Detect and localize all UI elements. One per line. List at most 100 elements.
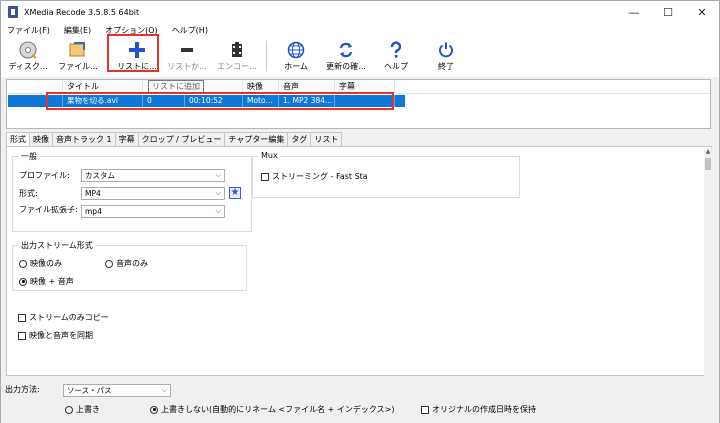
maximize-button[interactable]: ☐ bbox=[651, 1, 685, 23]
app-logo-icon bbox=[8, 6, 18, 18]
sync-av-checkbox[interactable]: 映像と音声を同期 bbox=[18, 330, 93, 341]
check-update-label: 更新の確... bbox=[326, 62, 366, 71]
general-group: 一般 プロファイル: カスタム ⌵ 形式: MP4 ⌵ ★ ファイル拡張子: mp4… bbox=[12, 151, 252, 232]
menu-file[interactable]: ファイル(F) bbox=[7, 25, 50, 36]
format-value: MP4 bbox=[85, 189, 101, 198]
extension-label: ファイル拡張子: bbox=[19, 206, 78, 214]
chevron-down-icon: ⌵ bbox=[215, 189, 221, 197]
settings-tabs: 形式 映像 音声トラック 1 字幕 クロップ / プレビュー チャプター編集 タ… bbox=[6, 132, 343, 147]
stream-copy-label: ストリームのみコピー bbox=[29, 313, 109, 322]
profile-label: プロファイル: bbox=[19, 171, 70, 180]
output-method-value: ソース・パス bbox=[67, 386, 112, 395]
chevron-down-icon: ⌵ bbox=[215, 171, 221, 179]
open-file-icon bbox=[69, 42, 85, 57]
encode-button[interactable]: エンコー... bbox=[212, 37, 262, 75]
question-icon bbox=[390, 41, 402, 58]
toolbar-separator bbox=[266, 41, 267, 71]
output-method-label: 出力方法: bbox=[5, 385, 40, 394]
tab-tags[interactable]: タグ bbox=[287, 132, 312, 146]
video-only-label: 映像のみ bbox=[30, 259, 62, 268]
remove-from-list-label: リストか... bbox=[167, 62, 207, 71]
chevron-down-icon: ⌵ bbox=[215, 207, 221, 215]
radio-icon bbox=[105, 259, 113, 268]
add-button-highlight bbox=[107, 34, 159, 72]
output-stream-group: 出力ストリーム形式 映像のみ 音声のみ 映像 + 音声 bbox=[12, 240, 247, 291]
stream-copy-checkbox[interactable]: ストリームのみコピー bbox=[18, 312, 109, 323]
home-button[interactable]: ホーム bbox=[271, 37, 321, 75]
remove-from-list-button[interactable]: リストか... bbox=[162, 37, 212, 75]
keep-date-label: オリジナルの作成日時を保持 bbox=[432, 405, 536, 414]
home-label: ホーム bbox=[284, 62, 308, 71]
scroll-up-icon[interactable]: ▲ bbox=[704, 148, 712, 156]
video-audio-label: 映像 + 音声 bbox=[30, 277, 74, 286]
power-icon bbox=[439, 42, 453, 58]
no-overwrite-label: 上書きしない(自動的にリネーム <ファイル名 + インデックス>) bbox=[161, 405, 395, 414]
audio-only-radio[interactable]: 音声のみ bbox=[105, 258, 148, 269]
disc-icon bbox=[19, 41, 37, 59]
tab-chapters[interactable]: チャプター編集 bbox=[224, 132, 289, 146]
output-stream-group-title: 出力ストリーム形式 bbox=[19, 240, 95, 251]
app-window: XMedia Recode 3.5.8.5 64bit — ☐ ✕ ファイル(F… bbox=[0, 0, 720, 423]
check-update-button[interactable]: 更新の確... bbox=[321, 37, 371, 75]
video-audio-radio[interactable]: 映像 + 音声 bbox=[19, 276, 74, 287]
close-button[interactable]: ✕ bbox=[685, 1, 719, 23]
mux-group: Mux ストリーミング - Fast Sta bbox=[252, 151, 520, 198]
tab-video[interactable]: 映像 bbox=[29, 132, 53, 146]
format-panel: 一般 プロファイル: カスタム ⌵ 形式: MP4 ⌵ ★ ファイル拡張子: mp4… bbox=[6, 146, 712, 376]
chevron-down-icon: ⌵ bbox=[161, 386, 167, 394]
globe-icon bbox=[287, 41, 305, 59]
open-file-button[interactable]: ファイル... bbox=[53, 37, 103, 75]
radio-icon bbox=[19, 259, 27, 268]
help-label: ヘルプ bbox=[384, 62, 408, 71]
profile-value: カスタム bbox=[85, 171, 115, 180]
extension-value: mp4 bbox=[85, 207, 102, 216]
audio-only-label: 音声のみ bbox=[116, 259, 148, 268]
checkbox-icon bbox=[261, 172, 269, 181]
minus-icon bbox=[181, 48, 193, 52]
tab-subtitle[interactable]: 字幕 bbox=[114, 132, 139, 146]
tab-crop-preview[interactable]: クロップ / プレビュー bbox=[137, 132, 226, 146]
output-method-select[interactable]: ソース・パス ⌵ bbox=[63, 384, 171, 397]
exit-label: 終了 bbox=[438, 62, 454, 71]
keep-date-checkbox[interactable]: オリジナルの作成日時を保持 bbox=[421, 404, 536, 415]
video-only-radio[interactable]: 映像のみ bbox=[19, 258, 62, 269]
sync-av-label: 映像と音声を同期 bbox=[29, 331, 93, 340]
overwrite-radio[interactable]: 上書き bbox=[65, 404, 100, 415]
streaming-label: ストリーミング - Fast Sta bbox=[272, 172, 368, 181]
panel-scrollbar[interactable]: ▲ bbox=[704, 148, 712, 376]
minimize-button[interactable]: — bbox=[617, 1, 651, 23]
radio-selected-icon bbox=[150, 405, 158, 414]
format-select[interactable]: MP4 ⌵ bbox=[81, 187, 225, 200]
radio-icon bbox=[65, 405, 73, 414]
overwrite-label: 上書き bbox=[76, 405, 100, 414]
disc-label: ディスク... bbox=[8, 62, 48, 71]
tab-audio-track[interactable]: 音声トラック 1 bbox=[52, 132, 116, 146]
file-row-highlight bbox=[46, 92, 394, 110]
output-section: 出力方法: ソース・パス ⌵ 上書き 上書きしない(自動的にリネーム <ファイル名… bbox=[1, 379, 719, 423]
scroll-thumb[interactable] bbox=[705, 158, 711, 170]
checkbox-icon bbox=[18, 313, 26, 322]
checkbox-icon bbox=[421, 405, 429, 414]
encode-label: エンコー... bbox=[217, 62, 257, 71]
menu-help[interactable]: ヘルプ(H) bbox=[172, 25, 208, 36]
tab-list[interactable]: リスト bbox=[310, 132, 343, 146]
menu-edit[interactable]: 編集(E) bbox=[64, 25, 91, 36]
disc-button[interactable]: ディスク... bbox=[3, 37, 53, 75]
open-file-label: ファイル... bbox=[58, 62, 98, 71]
tab-format[interactable]: 形式 bbox=[6, 132, 30, 147]
extension-select[interactable]: mp4 ⌵ bbox=[81, 205, 225, 218]
exit-button[interactable]: 終了 bbox=[421, 37, 471, 75]
format-label: 形式: bbox=[19, 189, 38, 198]
refresh-icon bbox=[339, 42, 353, 58]
general-group-title: 一般 bbox=[19, 151, 39, 162]
profile-select[interactable]: カスタム ⌵ bbox=[81, 169, 225, 182]
help-button[interactable]: ヘルプ bbox=[371, 37, 421, 75]
no-overwrite-radio[interactable]: 上書きしない(自動的にリネーム <ファイル名 + インデックス>) bbox=[150, 404, 395, 415]
favorite-star-icon[interactable]: ★ bbox=[229, 187, 241, 199]
mux-group-title: Mux bbox=[259, 151, 280, 160]
radio-selected-icon bbox=[19, 277, 27, 286]
streaming-checkbox[interactable]: ストリーミング - Fast Sta bbox=[261, 171, 368, 182]
checkbox-icon bbox=[18, 331, 26, 340]
title-bar: XMedia Recode 3.5.8.5 64bit — ☐ ✕ bbox=[1, 1, 719, 23]
film-icon bbox=[232, 42, 242, 57]
